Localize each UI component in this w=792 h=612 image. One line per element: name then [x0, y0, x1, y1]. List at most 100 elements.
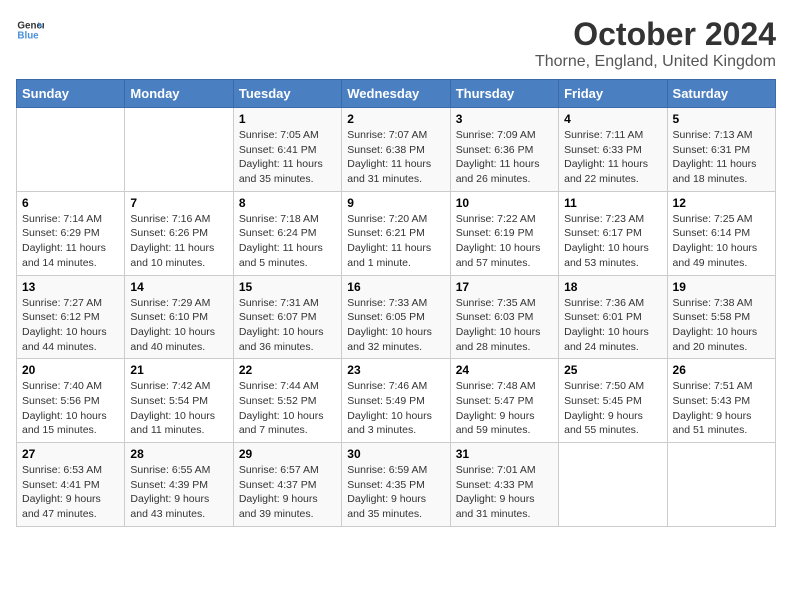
calendar-cell: 13Sunrise: 7:27 AMSunset: 6:12 PMDayligh… — [17, 275, 125, 359]
calendar-cell: 28 Sunrise: 6:55 AMSunset: 4:39 PMDayligh… — [125, 443, 233, 527]
calendar-cell: 19 Sunrise: 7:38 AMSunset: 5:58 PMDayligh… — [667, 275, 775, 359]
calendar-cell: 30 Sunrise: 6:59 AMSunset: 4:35 PMDayligh… — [342, 443, 450, 527]
calendar-cell: 9 Sunrise: 7:20 AMSunset: 6:21 PMDaylight… — [342, 191, 450, 275]
day-info: Sunrise: 7:14 AMSunset: 6:29 PMDaylight:… — [22, 212, 119, 271]
day-number: 14 — [130, 280, 227, 294]
weekday-header-cell: Saturday — [667, 80, 775, 108]
day-info: Sunrise: 7:07 AMSunset: 6:38 PMDaylight:… — [347, 128, 444, 187]
day-number: 27 — [22, 447, 119, 461]
day-number: 9 — [347, 196, 444, 210]
day-number: 19 — [673, 280, 770, 294]
day-info: Sunrise: 7:20 AMSunset: 6:21 PMDaylight:… — [347, 212, 444, 271]
day-number: 10 — [456, 196, 553, 210]
calendar-cell: 10 Sunrise: 7:22 AMSunset: 6:19 PMDayligh… — [450, 191, 558, 275]
svg-text:Blue: Blue — [17, 30, 39, 41]
day-number: 16 — [347, 280, 444, 294]
calendar-cell: 6Sunrise: 7:14 AMSunset: 6:29 PMDaylight… — [17, 191, 125, 275]
calendar-week-row: 20Sunrise: 7:40 AMSunset: 5:56 PMDayligh… — [17, 359, 776, 443]
page-header: General Blue October 2024 Thorne, Englan… — [16, 16, 776, 71]
day-info: Sunrise: 7:01 AMSunset: 4:33 PMDaylight:… — [456, 463, 553, 522]
day-info: Sunrise: 7:18 AMSunset: 6:24 PMDaylight:… — [239, 212, 336, 271]
calendar-cell: 3 Sunrise: 7:09 AMSunset: 6:36 PMDaylight… — [450, 108, 558, 192]
calendar-cell: 2 Sunrise: 7:07 AMSunset: 6:38 PMDaylight… — [342, 108, 450, 192]
day-info: Sunrise: 7:25 AMSunset: 6:14 PMDaylight:… — [673, 212, 770, 271]
calendar-cell: 22 Sunrise: 7:44 AMSunset: 5:52 PMDayligh… — [233, 359, 341, 443]
day-info: Sunrise: 7:16 AMSunset: 6:26 PMDaylight:… — [130, 212, 227, 271]
day-info: Sunrise: 6:57 AMSunset: 4:37 PMDaylight:… — [239, 463, 336, 522]
calendar-cell — [667, 443, 775, 527]
day-number: 8 — [239, 196, 336, 210]
day-info: Sunrise: 6:55 AMSunset: 4:39 PMDaylight:… — [130, 463, 227, 522]
calendar-cell: 8 Sunrise: 7:18 AMSunset: 6:24 PMDaylight… — [233, 191, 341, 275]
title-block: October 2024 Thorne, England, United Kin… — [535, 16, 776, 71]
weekday-header-cell: Wednesday — [342, 80, 450, 108]
day-number: 1 — [239, 112, 336, 126]
calendar-cell — [125, 108, 233, 192]
day-info: Sunrise: 7:31 AMSunset: 6:07 PMDaylight:… — [239, 296, 336, 355]
subtitle: Thorne, England, United Kingdom — [535, 53, 776, 71]
weekday-header-cell: Monday — [125, 80, 233, 108]
day-info: Sunrise: 7:42 AMSunset: 5:54 PMDaylight:… — [130, 379, 227, 438]
calendar-cell — [559, 443, 667, 527]
calendar-cell: 18 Sunrise: 7:36 AMSunset: 6:01 PMDayligh… — [559, 275, 667, 359]
day-number: 12 — [673, 196, 770, 210]
main-title: October 2024 — [535, 16, 776, 53]
day-number: 29 — [239, 447, 336, 461]
day-number: 31 — [456, 447, 553, 461]
day-info: Sunrise: 7:09 AMSunset: 6:36 PMDaylight:… — [456, 128, 553, 187]
day-info: Sunrise: 7:22 AMSunset: 6:19 PMDaylight:… — [456, 212, 553, 271]
calendar-week-row: 13Sunrise: 7:27 AMSunset: 6:12 PMDayligh… — [17, 275, 776, 359]
day-info: Sunrise: 7:13 AMSunset: 6:31 PMDaylight:… — [673, 128, 770, 187]
day-info: Sunrise: 7:29 AMSunset: 6:10 PMDaylight:… — [130, 296, 227, 355]
day-info: Sunrise: 7:36 AMSunset: 6:01 PMDaylight:… — [564, 296, 661, 355]
calendar-week-row: 27Sunrise: 6:53 AMSunset: 4:41 PMDayligh… — [17, 443, 776, 527]
logo: General Blue — [16, 16, 44, 44]
calendar-cell: 1Sunrise: 7:05 AMSunset: 6:41 PMDaylight… — [233, 108, 341, 192]
calendar-cell: 17Sunrise: 7:35 AMSunset: 6:03 PMDayligh… — [450, 275, 558, 359]
day-info: Sunrise: 7:27 AMSunset: 6:12 PMDaylight:… — [22, 296, 119, 355]
day-info: Sunrise: 6:59 AMSunset: 4:35 PMDaylight:… — [347, 463, 444, 522]
day-info: Sunrise: 7:48 AMSunset: 5:47 PMDaylight:… — [456, 379, 553, 438]
day-number: 21 — [130, 363, 227, 377]
weekday-header-cell: Sunday — [17, 80, 125, 108]
day-number: 22 — [239, 363, 336, 377]
calendar-cell: 5 Sunrise: 7:13 AMSunset: 6:31 PMDaylight… — [667, 108, 775, 192]
calendar-cell: 7 Sunrise: 7:16 AMSunset: 6:26 PMDaylight… — [125, 191, 233, 275]
day-number: 17 — [456, 280, 553, 294]
day-number: 4 — [564, 112, 661, 126]
calendar-cell: 4 Sunrise: 7:11 AMSunset: 6:33 PMDaylight… — [559, 108, 667, 192]
calendar-cell: 31 Sunrise: 7:01 AMSunset: 4:33 PMDayligh… — [450, 443, 558, 527]
day-info: Sunrise: 7:38 AMSunset: 5:58 PMDaylight:… — [673, 296, 770, 355]
day-number: 26 — [673, 363, 770, 377]
day-number: 3 — [456, 112, 553, 126]
day-number: 2 — [347, 112, 444, 126]
day-number: 15 — [239, 280, 336, 294]
day-number: 5 — [673, 112, 770, 126]
day-number: 28 — [130, 447, 227, 461]
calendar-cell: 21 Sunrise: 7:42 AMSunset: 5:54 PMDayligh… — [125, 359, 233, 443]
day-info: Sunrise: 7:23 AMSunset: 6:17 PMDaylight:… — [564, 212, 661, 271]
calendar-cell: 23Sunrise: 7:46 AMSunset: 5:49 PMDayligh… — [342, 359, 450, 443]
calendar-cell: 12 Sunrise: 7:25 AMSunset: 6:14 PMDayligh… — [667, 191, 775, 275]
logo-icon: General Blue — [16, 16, 44, 44]
calendar-week-row: 1Sunrise: 7:05 AMSunset: 6:41 PMDaylight… — [17, 108, 776, 192]
day-number: 7 — [130, 196, 227, 210]
day-number: 30 — [347, 447, 444, 461]
calendar-cell: 26Sunrise: 7:51 AMSunset: 5:43 PMDayligh… — [667, 359, 775, 443]
calendar-cell: 24Sunrise: 7:48 AMSunset: 5:47 PMDayligh… — [450, 359, 558, 443]
day-number: 25 — [564, 363, 661, 377]
day-info: Sunrise: 7:11 AMSunset: 6:33 PMDaylight:… — [564, 128, 661, 187]
day-number: 18 — [564, 280, 661, 294]
day-info: Sunrise: 7:44 AMSunset: 5:52 PMDaylight:… — [239, 379, 336, 438]
weekday-header-cell: Thursday — [450, 80, 558, 108]
calendar-cell: 15 Sunrise: 7:31 AMSunset: 6:07 PMDayligh… — [233, 275, 341, 359]
calendar-cell: 16 Sunrise: 7:33 AMSunset: 6:05 PMDayligh… — [342, 275, 450, 359]
day-number: 23 — [347, 363, 444, 377]
calendar-cell: 29 Sunrise: 6:57 AMSunset: 4:37 PMDayligh… — [233, 443, 341, 527]
day-info: Sunrise: 7:40 AMSunset: 5:56 PMDaylight:… — [22, 379, 119, 438]
weekday-header-cell: Friday — [559, 80, 667, 108]
day-number: 11 — [564, 196, 661, 210]
calendar-cell: 25Sunrise: 7:50 AMSunset: 5:45 PMDayligh… — [559, 359, 667, 443]
calendar-cell: 14 Sunrise: 7:29 AMSunset: 6:10 PMDayligh… — [125, 275, 233, 359]
day-info: Sunrise: 7:33 AMSunset: 6:05 PMDaylight:… — [347, 296, 444, 355]
